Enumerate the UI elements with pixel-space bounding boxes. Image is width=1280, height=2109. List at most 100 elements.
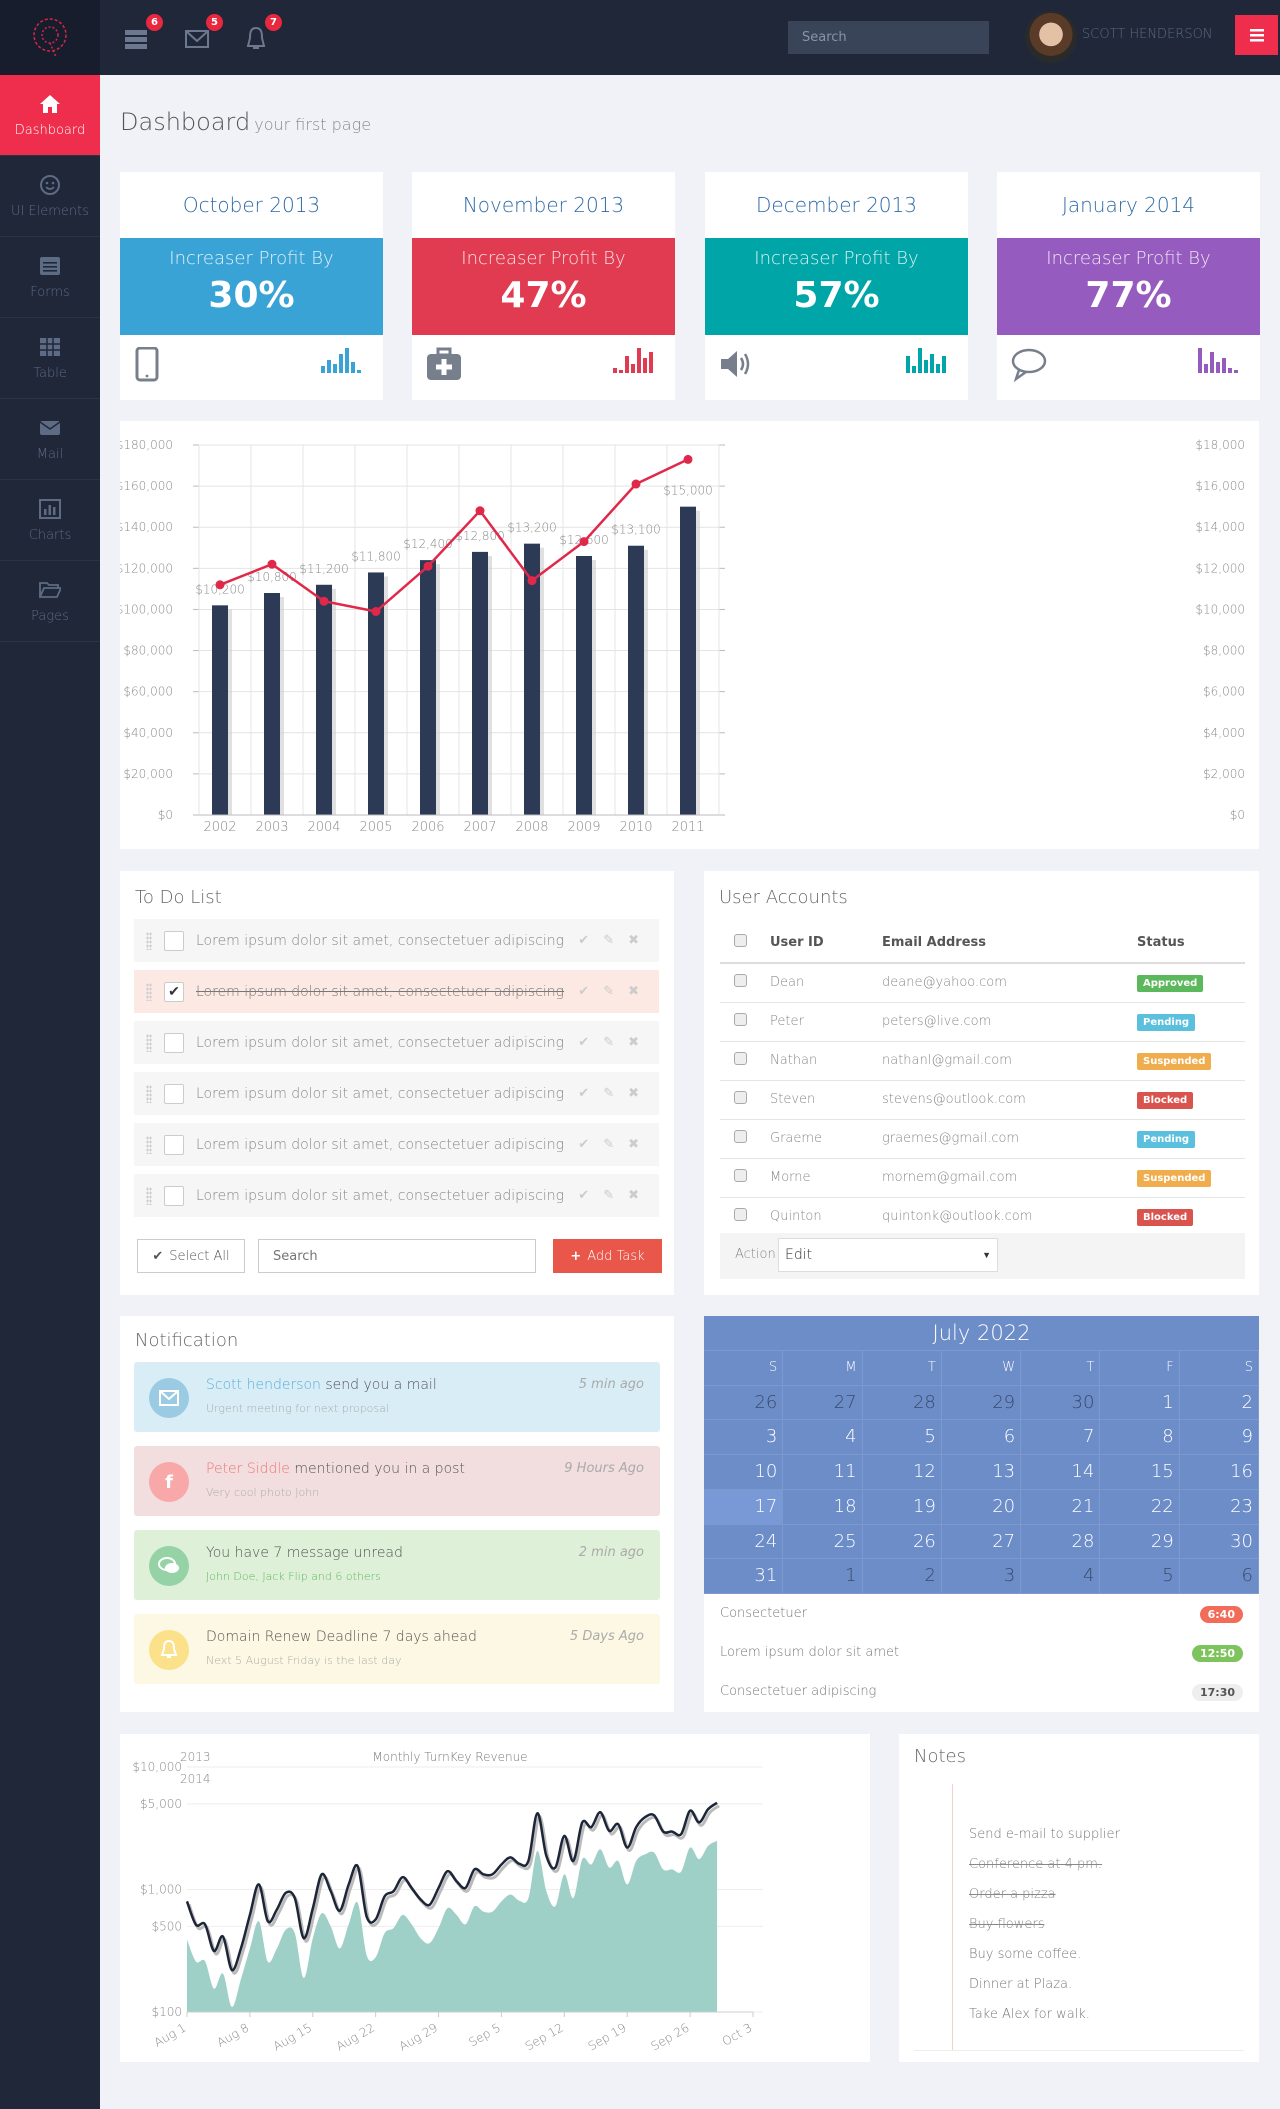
- logo[interactable]: [0, 0, 100, 75]
- row-checkbox[interactable]: [734, 1169, 747, 1182]
- notification-item[interactable]: You have 7 message unread John Doe, Jack …: [134, 1530, 660, 1600]
- notification-item[interactable]: f Peter Siddle mentioned you in a post Ver…: [134, 1446, 660, 1516]
- calendar-day[interactable]: 3: [941, 1559, 1022, 1594]
- bar[interactable]: [264, 593, 280, 815]
- note-item[interactable]: Conference at 4 pm.: [969, 1850, 1120, 1880]
- close-icon[interactable]: ✖: [628, 1137, 639, 1152]
- calendar-day[interactable]: 8: [1100, 1420, 1180, 1455]
- drag-handle-icon[interactable]: [146, 931, 152, 950]
- calendar-day[interactable]: 22: [1100, 1489, 1180, 1525]
- row-checkbox[interactable]: [734, 1208, 747, 1221]
- sidebar-item-forms[interactable]: Forms: [0, 237, 100, 318]
- select-all-button[interactable]: ✔ Select All: [137, 1239, 245, 1273]
- notification-sender[interactable]: Peter Siddle: [206, 1461, 290, 1477]
- line-point[interactable]: [267, 559, 277, 569]
- calendar-day[interactable]: 28: [1021, 1524, 1101, 1560]
- close-icon[interactable]: ✖: [628, 1035, 639, 1050]
- line-point[interactable]: [527, 576, 537, 586]
- notification-item[interactable]: Domain Renew Deadline 7 days ahead Next 5…: [134, 1614, 660, 1684]
- notifications-button[interactable]: 7: [244, 14, 282, 52]
- table-row[interactable]: Steven stevens@outlook.com Blocked: [720, 1080, 1245, 1120]
- row-checkbox[interactable]: [734, 1013, 747, 1026]
- drag-handle-icon[interactable]: [146, 1186, 152, 1205]
- todo-checkbox[interactable]: [164, 1185, 184, 1206]
- check-icon[interactable]: ✔: [578, 933, 589, 948]
- pencil-icon[interactable]: ✎: [603, 1035, 614, 1050]
- line-point[interactable]: [579, 537, 589, 547]
- check-icon[interactable]: ✔: [578, 1035, 589, 1050]
- sidebar-item-mail[interactable]: Mail: [0, 399, 100, 480]
- row-checkbox[interactable]: [734, 1052, 747, 1065]
- close-icon[interactable]: ✖: [628, 984, 639, 999]
- pencil-icon[interactable]: ✎: [603, 1188, 614, 1203]
- bar[interactable]: [212, 605, 228, 815]
- todo-item[interactable]: Lorem ipsum dolor sit amet, consectetuer…: [134, 1021, 659, 1064]
- todo-checkbox[interactable]: [164, 1134, 184, 1155]
- note-item[interactable]: Take Alex for walk.: [969, 2000, 1120, 2030]
- table-row[interactable]: Dean deane@yahoo.com Approved: [720, 963, 1245, 1003]
- bar[interactable]: [420, 560, 436, 815]
- todo-item[interactable]: ✔ Lorem ipsum dolor sit amet, consectetue…: [134, 970, 659, 1013]
- check-icon[interactable]: ✔: [578, 1086, 589, 1101]
- note-item[interactable]: Dinner at Plaza.: [969, 1970, 1120, 2000]
- calendar-day[interactable]: 2: [862, 1559, 942, 1594]
- drag-handle-icon[interactable]: [146, 982, 152, 1001]
- calendar-day[interactable]: 2: [1179, 1385, 1259, 1421]
- note-item[interactable]: Order a pizza: [969, 1880, 1120, 1910]
- calendar-day[interactable]: 4: [783, 1420, 863, 1455]
- calendar-day[interactable]: 6: [941, 1420, 1022, 1455]
- calendar-day[interactable]: 11: [783, 1455, 863, 1490]
- calendar-day[interactable]: 19: [862, 1489, 942, 1525]
- bar[interactable]: [576, 556, 592, 815]
- pencil-icon[interactable]: ✎: [603, 984, 614, 999]
- calendar-day[interactable]: 1: [1100, 1385, 1180, 1421]
- calendar-title[interactable]: July 2022: [704, 1316, 1259, 1351]
- todo-item[interactable]: Lorem ipsum dolor sit amet, consectetuer…: [134, 1123, 659, 1166]
- calendar-day[interactable]: 27: [783, 1385, 863, 1421]
- line-point[interactable]: [475, 506, 485, 516]
- calendar-day[interactable]: 1: [783, 1559, 863, 1594]
- calendar-day[interactable]: 30: [1021, 1385, 1101, 1421]
- table-row[interactable]: Graeme graemes@gmail.com Pending: [720, 1119, 1245, 1159]
- notification-item[interactable]: Scott henderson send you a mail Urgent me…: [134, 1362, 660, 1432]
- add-task-button[interactable]: + Add Task: [553, 1239, 662, 1273]
- calendar-day[interactable]: 28: [862, 1385, 942, 1421]
- drag-handle-icon[interactable]: [146, 1135, 152, 1154]
- event-text[interactable]: Consectetuer adipiscing: [720, 1684, 876, 1699]
- event-text[interactable]: Lorem ipsum dolor sit amet: [720, 1645, 899, 1660]
- todo-item[interactable]: Lorem ipsum dolor sit amet, consectetuer…: [134, 1072, 659, 1115]
- calendar-day[interactable]: 16: [1179, 1455, 1259, 1490]
- calendar-day[interactable]: 30: [1179, 1524, 1259, 1560]
- row-checkbox[interactable]: [734, 974, 747, 988]
- calendar-day[interactable]: 29: [1100, 1524, 1180, 1560]
- line-point[interactable]: [423, 561, 433, 571]
- bar[interactable]: [472, 551, 488, 815]
- check-icon[interactable]: ✔: [578, 1137, 589, 1152]
- line-point[interactable]: [319, 596, 329, 606]
- close-icon[interactable]: ✖: [628, 933, 639, 948]
- tasks-button[interactable]: 6: [125, 14, 163, 52]
- event-text[interactable]: Consectetuer: [720, 1606, 807, 1621]
- legend-item[interactable]: 2014: [180, 1772, 211, 1786]
- mail-button[interactable]: 5: [185, 14, 223, 52]
- todo-checkbox[interactable]: [164, 1083, 184, 1104]
- bar[interactable]: [316, 584, 332, 815]
- calendar-day[interactable]: 24: [704, 1524, 784, 1560]
- todo-checkbox[interactable]: [164, 1032, 184, 1053]
- calendar-day[interactable]: 23: [1179, 1489, 1259, 1525]
- search-input[interactable]: [788, 21, 989, 54]
- calendar-day[interactable]: 26: [704, 1385, 784, 1421]
- sidebar-item-pages[interactable]: Pages: [0, 561, 100, 642]
- legend-item[interactable]: 2013: [180, 1750, 211, 1764]
- note-item[interactable]: Send e-mail to supplier: [969, 1820, 1120, 1850]
- menu-button[interactable]: [1235, 15, 1278, 55]
- calendar-day[interactable]: 31: [704, 1559, 784, 1594]
- line-point[interactable]: [631, 479, 641, 489]
- calendar-day[interactable]: 27: [941, 1524, 1022, 1560]
- calendar-day[interactable]: 5: [1100, 1559, 1180, 1594]
- sidebar-item-table[interactable]: Table: [0, 318, 100, 399]
- calendar-day[interactable]: 18: [783, 1489, 863, 1525]
- table-row[interactable]: Morne mornem@gmail.com Suspended: [720, 1158, 1245, 1198]
- todo-checkbox[interactable]: [164, 930, 184, 951]
- line-point[interactable]: [215, 580, 225, 590]
